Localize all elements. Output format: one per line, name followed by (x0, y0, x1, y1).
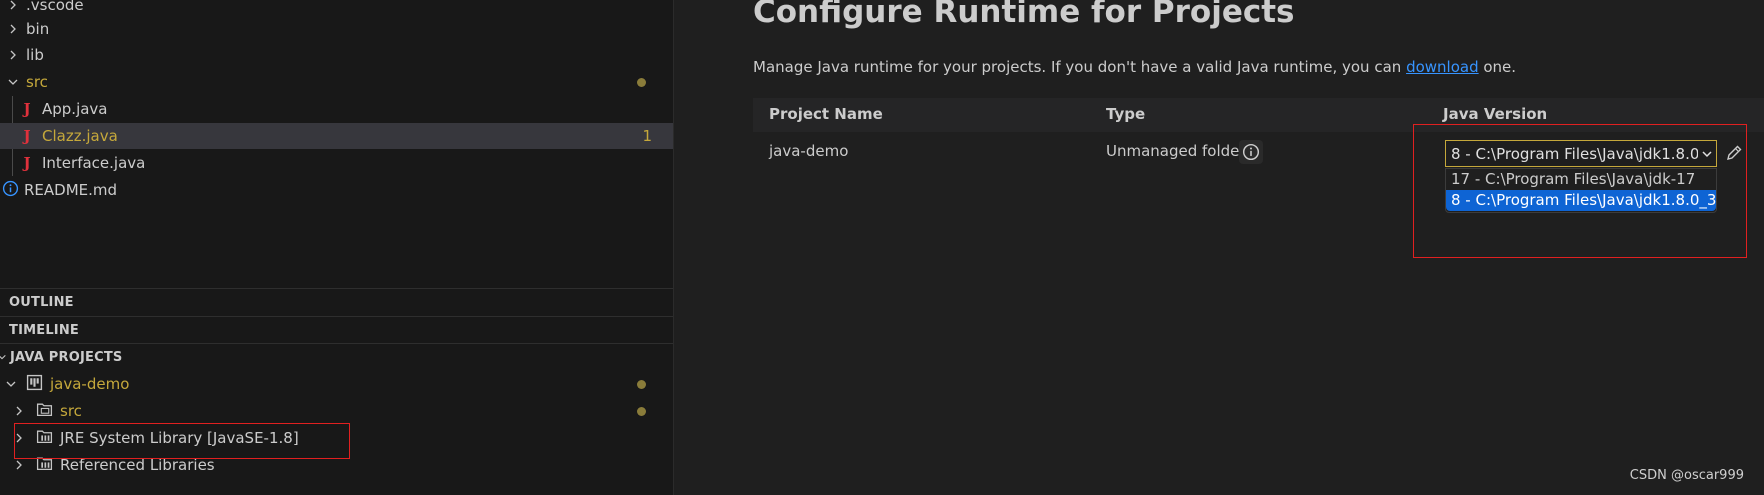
java-version-selected-value: 8 - C:\Program Files\Java\jdk1.8.0_361 (1451, 144, 1698, 163)
info-icon (2, 180, 19, 201)
type-info-button[interactable] (1239, 140, 1263, 164)
modified-dot-icon (637, 78, 646, 87)
tree-item-label: src (60, 402, 82, 420)
java-file-icon: J (23, 100, 31, 118)
edit-pencil-icon[interactable] (1724, 143, 1746, 165)
tree-item-label: README.md (24, 181, 118, 199)
problem-count-badge: 1 (642, 127, 652, 145)
modified-dot-icon (637, 407, 646, 416)
chevron-down-icon (4, 377, 18, 391)
chevron-down-icon (1698, 148, 1716, 160)
description-text: Manage Java runtime for your projects. I… (753, 58, 1407, 76)
tree-item-src[interactable]: src (0, 69, 673, 95)
column-header-type: Type (1106, 105, 1146, 123)
page-description: Manage Java runtime for your projects. I… (753, 58, 1516, 76)
description-text: one. (1478, 58, 1517, 76)
project-child-src[interactable]: src (0, 398, 673, 424)
tree-item-label: Clazz.java (42, 127, 118, 145)
tree-item-clazz-java[interactable]: J Clazz.java 1 (0, 123, 673, 149)
section-title: TIMELINE (9, 322, 80, 338)
tree-item-label: .vscode (26, 0, 84, 14)
project-java-demo[interactable]: java-demo (0, 371, 673, 397)
library-icon (36, 428, 53, 449)
column-header-project-name: Project Name (769, 105, 883, 123)
source-folder-icon (36, 401, 53, 422)
java-version-select[interactable]: 8 - C:\Program Files\Java\jdk1.8.0_361 (1445, 140, 1717, 167)
chevron-right-icon (12, 431, 26, 445)
outline-section-header[interactable]: OUTLINE (0, 288, 673, 315)
java-version-dropdown-list: 17 - C:\Program Files\Java\jdk-17 8 - C:… (1445, 168, 1717, 213)
explorer-sidebar: .vscode bin lib src J App.java J Clazz.j… (0, 0, 674, 495)
chevron-right-icon (6, 22, 20, 36)
tree-item-label: App.java (42, 100, 108, 118)
library-icon (36, 455, 53, 476)
info-icon (1242, 143, 1260, 161)
tree-item-label: bin (26, 20, 50, 38)
tree-item-label: lib (26, 46, 44, 64)
chevron-right-icon (6, 0, 20, 12)
tree-item-app-java[interactable]: J App.java (0, 96, 673, 122)
section-title: JAVA PROJECTS (10, 349, 123, 365)
column-header-java-version: Java Version (1443, 105, 1548, 123)
watermark-text: CSDN @oscar999 (1629, 468, 1744, 483)
tree-item-label: JRE System Library [JavaSE-1.8] (60, 429, 299, 447)
tree-item-label: Referenced Libraries (60, 456, 215, 474)
project-icon (26, 374, 43, 395)
java-file-icon: J (23, 154, 31, 172)
cell-type: Unmanaged folder (1106, 142, 1246, 160)
chevron-right-icon (12, 458, 26, 472)
tree-item-interface-java[interactable]: J Interface.java (0, 150, 673, 176)
app-window: .vscode bin lib src J App.java J Clazz.j… (0, 0, 1764, 495)
tree-item-label: Interface.java (42, 154, 146, 172)
download-link[interactable]: download (1406, 58, 1479, 76)
project-child-jre-library[interactable]: JRE System Library [JavaSE-1.8] (0, 425, 673, 451)
timeline-section-header[interactable]: TIMELINE (0, 316, 673, 343)
chevron-down-icon (0, 352, 7, 362)
chevron-right-icon (12, 404, 26, 418)
tree-item-bin[interactable]: bin (0, 16, 673, 42)
tree-item-readme[interactable]: README.md (0, 177, 673, 203)
chevron-right-icon (6, 48, 20, 62)
java-file-icon: J (23, 127, 31, 145)
tree-item-label: src (26, 73, 48, 91)
modified-dot-icon (637, 380, 646, 389)
java-projects-section-header[interactable]: JAVA PROJECTS (0, 343, 673, 370)
cell-project-name: java-demo (769, 142, 849, 160)
section-title: OUTLINE (9, 294, 74, 310)
dropdown-option-jdk17[interactable]: 17 - C:\Program Files\Java\jdk-17 (1446, 169, 1716, 190)
project-child-referenced-libraries[interactable]: Referenced Libraries (0, 452, 673, 478)
tree-item-lib[interactable]: lib (0, 42, 673, 68)
chevron-down-icon (6, 75, 20, 89)
page-title: Configure Runtime for Projects (753, 0, 1295, 30)
dropdown-option-jdk8[interactable]: 8 - C:\Program Files\Java\jdk1.8.0_361 (1446, 190, 1716, 211)
runtime-config-panel: Configure Runtime for Projects Manage Ja… (674, 0, 1764, 495)
project-label: java-demo (50, 375, 130, 393)
runtime-table-header: Project Name Type Java Version (753, 98, 1764, 132)
